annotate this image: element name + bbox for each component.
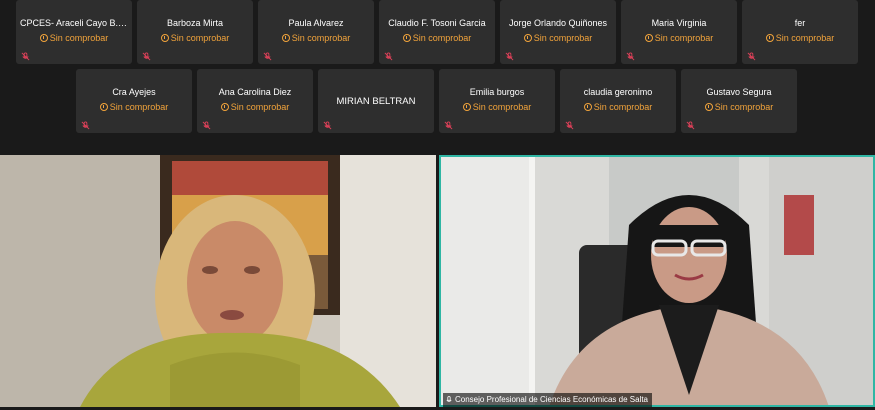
clock-icon: [462, 103, 471, 111]
mic-icon: [446, 396, 452, 402]
participant-status: Sin comprobar: [137, 33, 253, 43]
participant-name: fer: [794, 18, 806, 28]
participant-status: Sin comprobar: [742, 33, 858, 43]
clock-icon: [523, 34, 532, 42]
participant-name: Ana Carolina Diez: [218, 87, 292, 97]
participant-status: Sin comprobar: [439, 102, 555, 112]
participant-name: MIRIAN BELTRAN: [336, 96, 416, 107]
mic-muted-icon: [21, 52, 30, 61]
participant-tile[interactable]: Ana Carolina Diez Sin comprobar: [197, 69, 313, 133]
mic-muted-icon: [505, 52, 514, 61]
video-feed-participant[interactable]: [0, 155, 436, 407]
mic-muted-icon: [384, 52, 393, 61]
participant-tile[interactable]: MIRIAN BELTRAN: [318, 69, 434, 133]
participant-tile[interactable]: Jorge Orlando Quiñones Sin comprobar: [500, 0, 616, 64]
participant-status: Sin comprobar: [560, 102, 676, 112]
clock-icon: [160, 34, 169, 42]
mic-muted-icon: [81, 121, 90, 130]
participant-tile[interactable]: Claudio F. Tosoni Garcia Sin comprobar: [379, 0, 495, 64]
participant-name: Emilia burgos: [469, 87, 525, 97]
clock-icon: [765, 34, 774, 42]
participant-status: Sin comprobar: [16, 33, 132, 43]
participant-tile[interactable]: Cra Ayejes Sin comprobar: [76, 69, 192, 133]
mic-muted-icon: [747, 52, 756, 61]
participant-name: claudia geronimo: [583, 87, 653, 97]
mic-muted-icon: [323, 121, 332, 130]
clock-icon: [402, 34, 411, 42]
participant-status: Sin comprobar: [681, 102, 797, 112]
mic-muted-icon: [444, 121, 453, 130]
clock-icon: [39, 34, 48, 42]
participant-tile[interactable]: Emilia burgos Sin comprobar: [439, 69, 555, 133]
participant-name: Barboza Mirta: [166, 18, 224, 28]
participant-status: Sin comprobar: [621, 33, 737, 43]
participant-tile[interactable]: fer Sin comprobar: [742, 0, 858, 64]
participant-name: Paula Alvarez: [288, 18, 344, 28]
mic-muted-icon: [263, 52, 272, 61]
clock-icon: [99, 103, 108, 111]
clock-icon: [583, 103, 592, 111]
participant-tile[interactable]: Gustavo Segura Sin comprobar: [681, 69, 797, 133]
participant-tile[interactable]: Paula Alvarez Sin comprobar: [258, 0, 374, 64]
video-frame-right: [439, 155, 875, 407]
clock-icon: [281, 34, 290, 42]
mic-muted-icon: [202, 121, 211, 130]
participant-status: Sin comprobar: [258, 33, 374, 43]
participant-tile[interactable]: Maria Virginia Sin comprobar: [621, 0, 737, 64]
participant-status: Sin comprobar: [379, 33, 495, 43]
participant-gallery: CPCES- Araceli Cayo B. Gon... Sin compro…: [0, 0, 875, 150]
participant-tile[interactable]: claudia geronimo Sin comprobar: [560, 69, 676, 133]
video-feed-active-speaker[interactable]: [439, 155, 875, 407]
participant-name: Cra Ayejes: [112, 87, 156, 97]
participant-name: Maria Virginia: [651, 18, 707, 28]
clock-icon: [704, 103, 713, 111]
participant-status: Sin comprobar: [76, 102, 192, 112]
clock-icon: [220, 103, 229, 111]
participant-name: CPCES- Araceli Cayo B. Gon...: [20, 18, 128, 28]
participant-name: Claudio F. Tosoni Garcia: [388, 18, 486, 28]
mic-muted-icon: [686, 121, 695, 130]
clock-icon: [644, 34, 653, 42]
mic-muted-icon: [626, 52, 635, 61]
mic-muted-icon: [565, 121, 574, 130]
participant-status: Sin comprobar: [500, 33, 616, 43]
participant-tile[interactable]: Barboza Mirta Sin comprobar: [137, 0, 253, 64]
active-speaker-label: Consejo Profesional de Ciencias Económic…: [443, 393, 652, 407]
participant-name: Gustavo Segura: [706, 87, 772, 97]
video-frame-left: [0, 155, 436, 407]
participant-tile[interactable]: CPCES- Araceli Cayo B. Gon... Sin compro…: [16, 0, 132, 64]
participant-status: Sin comprobar: [197, 102, 313, 112]
participant-name: Jorge Orlando Quiñones: [508, 18, 608, 28]
mic-muted-icon: [142, 52, 151, 61]
